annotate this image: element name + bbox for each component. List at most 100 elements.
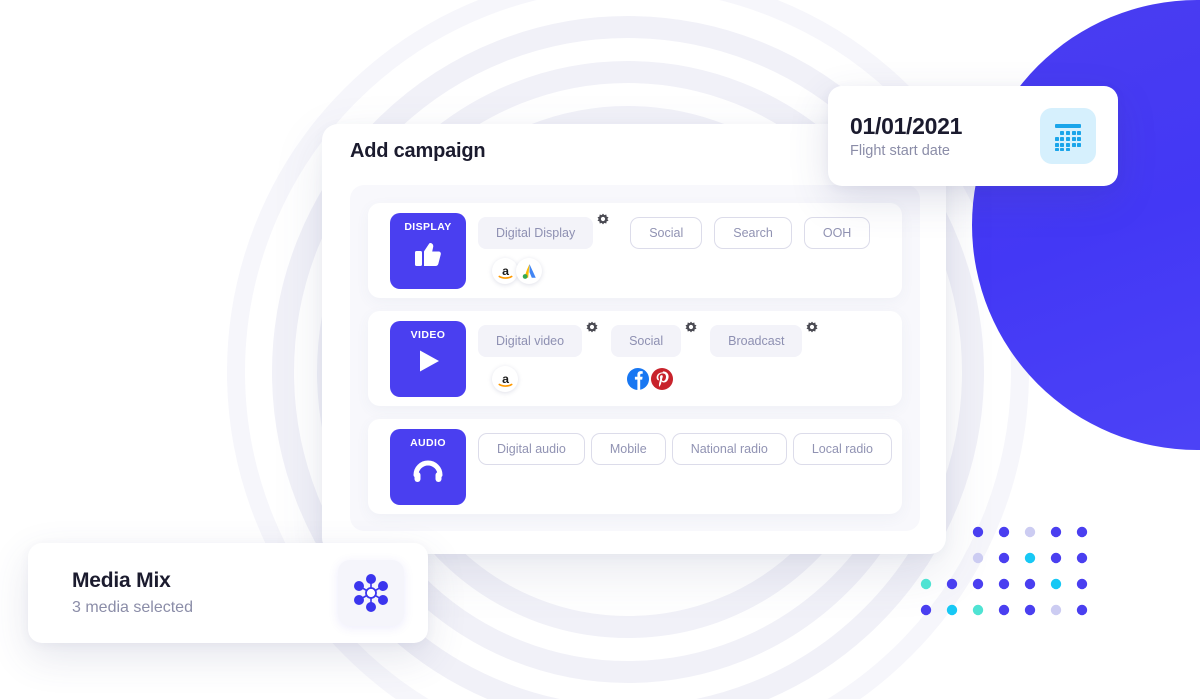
channel-pill[interactable]: Social <box>630 217 703 249</box>
channel-group: Digital video a <box>478 321 599 392</box>
grid-dot <box>1024 604 1036 616</box>
thumbs-up-icon <box>415 242 441 266</box>
channel-pill[interactable]: Broadcast <box>710 325 803 357</box>
channel-pill[interactable]: National radio <box>671 433 787 465</box>
grid-dot <box>1024 578 1036 590</box>
channel-head: National radio <box>671 433 787 465</box>
media-row: DISPLAY Digital Display a Social Search OO… <box>368 203 902 298</box>
flight-start-date-value: 01/01/2021 <box>850 112 963 139</box>
grid-dot <box>972 526 984 538</box>
play-icon <box>420 350 439 372</box>
channel-head: OOH <box>803 217 871 249</box>
grid-dot <box>1050 578 1062 590</box>
facebook-logo <box>627 368 650 390</box>
grid-dot <box>1050 526 1062 538</box>
grid-dot <box>946 578 958 590</box>
channel-list: Digital audio Mobile National radio Local r… <box>478 433 893 465</box>
channel-head: Broadcast <box>710 321 819 357</box>
gear-icon[interactable] <box>585 321 599 335</box>
platform-logo-strip: a <box>492 366 518 392</box>
media-type-tile-video[interactable]: VIDEO <box>390 321 466 397</box>
settings-gear-button[interactable] <box>805 321 819 335</box>
channel-group: Digital Display a <box>478 213 610 284</box>
calendar-icon-container[interactable] <box>1040 108 1096 164</box>
grid-dot <box>946 604 958 616</box>
pinterest-logo-chip[interactable] <box>649 366 675 392</box>
channel-pill[interactable]: Digital Display <box>478 217 594 249</box>
svg-text:a: a <box>502 371 509 385</box>
gear-icon[interactable] <box>684 321 698 335</box>
channel-head: Digital Display <box>478 213 610 249</box>
calendar-icon <box>1055 124 1081 151</box>
headphones-icon-wrapper <box>411 452 445 486</box>
grid-dot <box>972 578 984 590</box>
channel-group: Social <box>630 217 703 249</box>
grid-dot <box>1050 552 1062 564</box>
google-ads-logo <box>522 263 536 279</box>
decorative-blue-circle <box>972 0 1200 450</box>
play-icon-wrapper <box>411 344 445 378</box>
channel-pill[interactable]: Social <box>611 325 682 357</box>
settings-gear-button[interactable] <box>684 321 698 335</box>
channel-head: Search <box>714 217 792 249</box>
flight-start-date-label: Flight start date <box>850 143 950 160</box>
network-hub-icon <box>354 574 388 612</box>
google-ads-logo-chip[interactable] <box>516 258 542 284</box>
grid-dot <box>1024 526 1036 538</box>
settings-gear-button[interactable] <box>585 321 599 335</box>
page-title: Add campaign <box>350 140 486 162</box>
media-rows-container: DISPLAY Digital Display a Social Search OO… <box>350 185 920 531</box>
media-type-tile-audio[interactable]: AUDIO <box>390 429 466 505</box>
grid-dot <box>998 552 1010 564</box>
grid-dot <box>920 604 932 616</box>
pinterest-logo <box>651 368 674 390</box>
channel-group: Search <box>714 217 792 249</box>
media-type-label: AUDIO <box>410 437 446 449</box>
channel-pill[interactable]: Mobile <box>590 433 666 465</box>
media-type-tile-display[interactable]: DISPLAY <box>390 213 466 289</box>
channel-pill[interactable]: OOH <box>803 217 871 249</box>
date-card-text: 01/01/2021 Flight start date <box>850 113 1040 159</box>
channel-head: Mobile <box>590 433 666 465</box>
media-mix-icon-container[interactable] <box>338 560 404 626</box>
channel-group: Digital audio <box>478 433 585 465</box>
grid-dot <box>1076 604 1088 616</box>
gear-icon[interactable] <box>596 213 610 227</box>
illustration-canvas: Add campaign DISPLAY Digital Display a S… <box>0 0 1200 699</box>
channel-pill[interactable]: Digital audio <box>478 433 585 465</box>
channel-head: Social <box>630 217 703 249</box>
grid-dot <box>920 578 932 590</box>
channel-head: Local radio <box>792 433 893 465</box>
amazon-ads-logo: a <box>498 371 512 387</box>
grid-dot <box>1050 604 1062 616</box>
media-mix-card[interactable]: Media Mix 3 media selected <box>28 543 428 643</box>
svg-text:a: a <box>502 263 509 277</box>
grid-dot <box>1024 552 1036 564</box>
grid-dot <box>998 526 1010 538</box>
media-row: VIDEO Digital video a Social Broadcast <box>368 311 902 406</box>
channel-group: Local radio <box>792 433 893 465</box>
channel-pill[interactable]: Search <box>714 217 792 249</box>
grid-dot <box>1076 526 1088 538</box>
settings-gear-button[interactable] <box>596 213 610 227</box>
channel-list: Digital Display a Social Search OOH <box>478 213 892 284</box>
grid-dot <box>998 578 1010 590</box>
channel-pill[interactable]: Digital video <box>478 325 583 357</box>
amazon-ads-logo-chip[interactable]: a <box>492 366 518 392</box>
facebook-logo-chip[interactable] <box>625 366 651 392</box>
channel-group: Social <box>611 321 698 392</box>
amazon-ads-logo-chip[interactable]: a <box>492 258 518 284</box>
channel-head: Digital audio <box>478 433 585 465</box>
platform-logo-strip <box>625 366 675 392</box>
channel-pill[interactable]: Local radio <box>792 433 893 465</box>
media-type-label: VIDEO <box>410 329 446 341</box>
amazon-ads-logo: a <box>498 263 512 279</box>
channel-group: Mobile <box>590 433 666 465</box>
flight-start-date-card[interactable]: 01/01/2021 Flight start date <box>828 86 1118 186</box>
channel-list: Digital video a Social Broadcast <box>478 321 892 392</box>
platform-logo-strip: a <box>492 258 542 284</box>
headphones-icon <box>413 460 443 482</box>
grid-dot <box>972 552 984 564</box>
gear-icon[interactable] <box>805 321 819 335</box>
thumbs-up-icon-wrapper <box>411 236 445 270</box>
